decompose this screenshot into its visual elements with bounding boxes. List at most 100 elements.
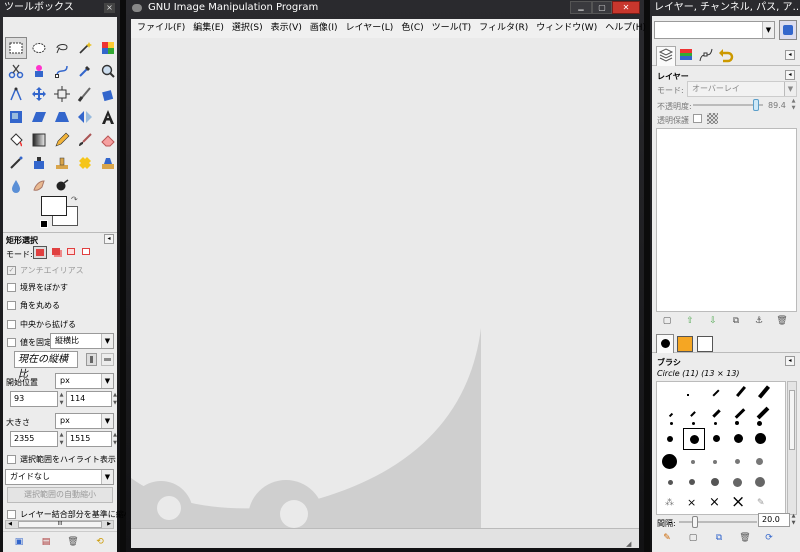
expand-center-option[interactable]: 中央から拡げる — [7, 319, 76, 330]
brush-item[interactable]: × — [731, 492, 745, 512]
tab-undo[interactable] — [718, 47, 736, 65]
brush-item[interactable]: ✎ — [757, 498, 765, 508]
new-layer-icon[interactable]: ▢ — [660, 315, 674, 327]
spacing-slider[interactable] — [679, 516, 757, 528]
spacing-slider-thumb[interactable] — [691, 516, 698, 528]
dodge-burn-tool[interactable] — [51, 175, 73, 197]
brush-item[interactable] — [713, 435, 720, 442]
brush-item[interactable] — [670, 422, 673, 425]
refresh-brushes-icon[interactable]: ⟳ — [762, 532, 776, 544]
menu-item[interactable]: 色(C) — [401, 23, 423, 33]
toolbox-hscrollbar[interactable]: ◀ III ▶ — [5, 520, 114, 529]
brush-item[interactable] — [668, 480, 673, 485]
bucket-fill-tool[interactable] — [5, 129, 27, 151]
text-tool[interactable] — [97, 106, 119, 128]
perspective-clone-tool[interactable] — [97, 152, 119, 174]
guides-select[interactable]: ガイドなし ▼ — [5, 469, 114, 485]
position-x-spinner[interactable]: ▲ ▼ — [58, 391, 65, 407]
raise-layer-icon[interactable]: ⇧ — [683, 315, 697, 327]
opacity-slider-thumb[interactable] — [752, 99, 759, 111]
reset-options-icon[interactable]: ⟲ — [93, 536, 107, 548]
rounded-checkbox[interactable] — [7, 301, 16, 310]
position-y-spinner[interactable]: ▲ ▼ — [112, 391, 118, 407]
minimize-button[interactable]: ▁ — [570, 1, 592, 14]
brush-item[interactable] — [757, 385, 771, 399]
brush-item[interactable] — [733, 478, 742, 487]
tab-layers[interactable] — [656, 46, 676, 66]
lock-alpha-checkbox[interactable] — [693, 114, 702, 123]
fixed-option[interactable]: 値を固定 — [7, 337, 52, 348]
maximize-button[interactable]: ▢ — [592, 1, 612, 14]
menu-item[interactable]: ヘルプ(H) — [605, 23, 646, 33]
brush-item[interactable]: × — [709, 495, 720, 510]
brush-item[interactable] — [668, 412, 674, 418]
tab-gradients[interactable] — [697, 336, 713, 352]
selected-brush-item[interactable] — [683, 428, 705, 450]
autoshrink-button[interactable]: 選択範囲の自動縮小 — [7, 487, 113, 503]
layer-mode-select[interactable]: オーバーレイ ▼ — [687, 81, 797, 97]
paintbrush-tool[interactable] — [74, 129, 96, 151]
color-picker-tool[interactable] — [74, 60, 96, 82]
auto-button[interactable] — [779, 20, 797, 40]
antialias-checkbox[interactable]: ✓ — [7, 266, 16, 275]
menu-item[interactable]: 編集(E) — [193, 23, 224, 33]
layers-menu-icon[interactable]: ◂ — [785, 70, 795, 80]
menu-item[interactable]: ウィンドウ(W) — [536, 23, 597, 33]
brush-item[interactable]: ⁂ — [665, 498, 674, 508]
landscape-button[interactable] — [101, 353, 114, 366]
delete-options-icon[interactable]: 🗑 — [66, 536, 80, 548]
tab-patterns[interactable] — [677, 336, 693, 352]
ratio-text-field[interactable]: 現在の縦横比 — [14, 351, 78, 380]
menu-item[interactable]: 表示(V) — [271, 23, 302, 33]
smudge-tool[interactable] — [28, 175, 50, 197]
size-width-spinner[interactable]: ▲ ▼ — [58, 431, 65, 447]
layers-list[interactable] — [656, 128, 797, 312]
shrink-merged-checkbox[interactable] — [7, 510, 16, 519]
heal-tool[interactable] — [74, 152, 96, 174]
tab-menu-icon[interactable]: ◂ — [785, 50, 795, 60]
new-brush-icon[interactable]: ▢ — [686, 532, 700, 544]
delete-brush-icon[interactable]: 🗑 — [738, 532, 752, 544]
resize-grip-icon[interactable]: ◢ — [626, 540, 636, 550]
duplicate-brush-icon[interactable]: ⧉ — [712, 532, 726, 544]
scroll-left-arrow[interactable]: ◀ — [6, 521, 14, 528]
brush-item[interactable] — [734, 408, 746, 419]
align-tool[interactable] — [51, 83, 73, 105]
move-tool[interactable] — [28, 83, 50, 105]
brush-item[interactable] — [734, 434, 743, 443]
brush-item[interactable] — [713, 460, 717, 464]
brush-item[interactable] — [711, 478, 719, 486]
mode-add-button[interactable] — [50, 246, 63, 259]
flip-tool[interactable] — [74, 106, 96, 128]
position-x-input[interactable]: 93 — [10, 391, 58, 407]
scroll-thumb[interactable]: III — [18, 521, 102, 528]
spacing-input[interactable]: 20.0 — [758, 513, 790, 527]
rect-select-tool[interactable] — [5, 37, 27, 59]
brush-grid-scrollbar[interactable] — [787, 381, 797, 515]
swap-colors-icon[interactable]: ↷ — [71, 195, 78, 204]
brush-item[interactable] — [691, 460, 695, 464]
tool-options-menu-icon[interactable]: ◂ — [104, 234, 114, 244]
mode-subtract-button[interactable] — [65, 246, 78, 259]
brush-item[interactable] — [687, 394, 689, 396]
tab-paths[interactable] — [698, 47, 716, 65]
shear-tool[interactable] — [28, 106, 50, 128]
scissors-tool[interactable] — [5, 60, 27, 82]
feather-option[interactable]: 境界をぼかす — [7, 282, 68, 293]
brush-item[interactable] — [712, 409, 721, 418]
brush-item[interactable]: × — [687, 496, 696, 509]
brush-item[interactable] — [735, 459, 740, 464]
close-button[interactable]: ✕ — [612, 1, 640, 14]
fuzzy-select-tool[interactable] — [74, 37, 96, 59]
brush-scroll-thumb[interactable] — [789, 390, 795, 450]
mode-intersect-button[interactable] — [80, 246, 93, 259]
menu-item[interactable]: フィルタ(R) — [479, 23, 528, 33]
size-width-input[interactable]: 2355 — [10, 431, 58, 447]
duplicate-layer-icon[interactable]: ⧉ — [729, 315, 743, 327]
shrink-merged-option[interactable]: レイヤー結合部分を基準に縮小 — [7, 509, 132, 520]
brush-item[interactable] — [667, 436, 673, 442]
opacity-value[interactable]: 89.4 — [768, 101, 786, 110]
brush-item[interactable] — [756, 458, 763, 465]
brush-item[interactable] — [755, 433, 766, 444]
paths-tool[interactable] — [51, 60, 73, 82]
